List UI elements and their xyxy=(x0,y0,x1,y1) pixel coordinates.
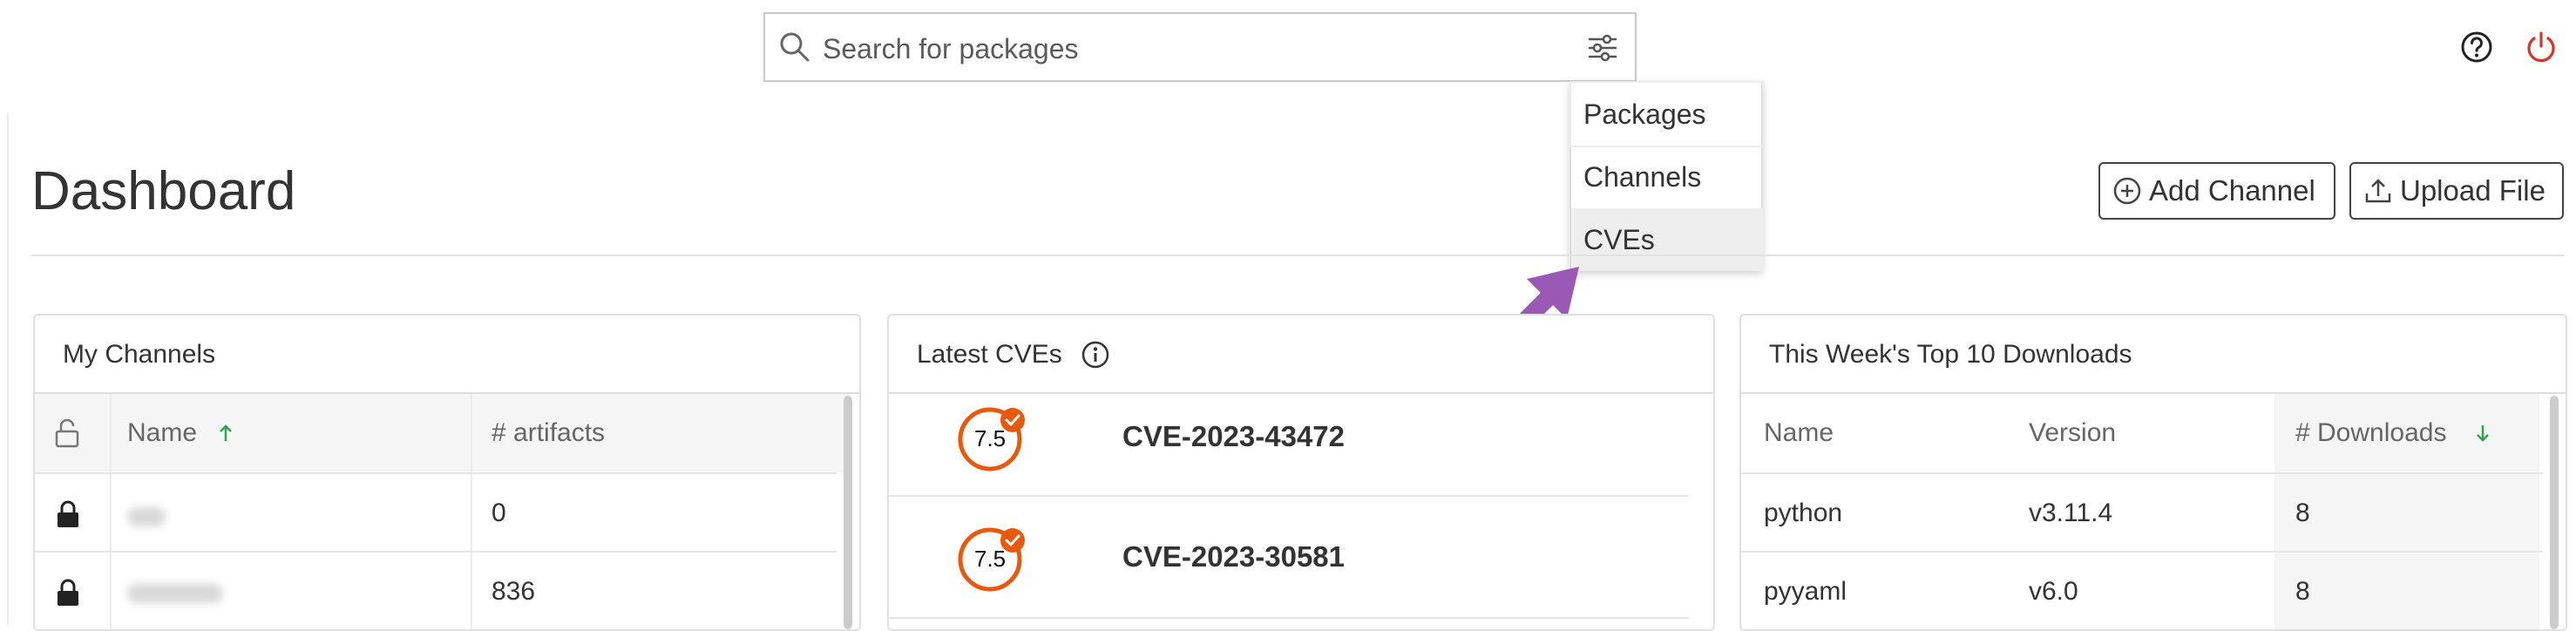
row-divider xyxy=(889,617,1689,619)
upload-icon xyxy=(2365,179,2391,203)
artifacts-count: 0 xyxy=(491,499,506,527)
add-circle-icon xyxy=(2113,177,2141,205)
table-header: Name # artifacts xyxy=(35,394,851,472)
upload-file-label: Upload File xyxy=(2400,174,2545,207)
help-icon[interactable] xyxy=(2459,30,2494,64)
column-header-name[interactable]: Name xyxy=(127,418,197,448)
package-name[interactable]: pyyaml xyxy=(1764,577,1847,607)
column-header-downloads[interactable]: # Downloads xyxy=(2295,418,2446,448)
upload-file-button[interactable]: Upload File xyxy=(2349,162,2564,220)
row-divider xyxy=(35,551,837,553)
card-divider xyxy=(889,392,1713,394)
package-name[interactable]: python xyxy=(1764,499,1842,528)
dropdown-option-cves[interactable]: CVEs xyxy=(1571,208,1763,271)
dropdown-option-channels[interactable]: Channels xyxy=(1571,146,1763,208)
cve-score: 7.5 xyxy=(974,425,1007,451)
search-icon xyxy=(780,32,810,62)
scrollbar[interactable] xyxy=(844,396,852,629)
sort-descending-icon[interactable] xyxy=(2475,424,2491,443)
my-channels-card: My Channels Name # artifacts 0 836 xyxy=(33,314,861,631)
info-icon[interactable] xyxy=(1081,340,1110,370)
cve-score: 7.5 xyxy=(974,546,1007,572)
dropdown-option-packages[interactable]: Packages xyxy=(1569,81,1765,147)
column-header-name[interactable]: Name xyxy=(1764,418,1834,448)
redacted-channel-name xyxy=(127,584,223,603)
power-icon[interactable] xyxy=(2524,30,2559,64)
redacted-channel-name xyxy=(127,507,166,526)
row-divider xyxy=(1741,472,2543,474)
left-border xyxy=(7,113,9,626)
row-divider xyxy=(1741,551,2543,553)
latest-cves-card: Latest CVEs 7.5 CVE-2023-43472 7.5 CVE-2… xyxy=(887,314,1715,631)
package-version: v6.0 xyxy=(2029,577,2078,606)
add-channel-label: Add Channel xyxy=(2149,174,2315,207)
page-title: Dashboard xyxy=(31,161,296,221)
column-divider xyxy=(471,394,472,629)
cve-id[interactable]: CVE-2023-30581 xyxy=(1122,540,1345,573)
row-divider xyxy=(889,495,1689,497)
cve-id[interactable]: CVE-2023-43472 xyxy=(1122,420,1345,453)
column-divider xyxy=(110,394,112,629)
search-type-dropdown: Packages Channels CVEs xyxy=(1569,81,1765,271)
download-count: 8 xyxy=(2295,577,2310,606)
lock-icon xyxy=(58,500,78,527)
search-bar[interactable]: Search for packages xyxy=(763,12,1637,82)
artifacts-count: 836 xyxy=(491,577,536,606)
row-divider xyxy=(35,472,837,474)
add-channel-button[interactable]: Add Channel xyxy=(2098,162,2335,220)
sort-ascending-icon[interactable] xyxy=(218,424,234,443)
package-version: v3.11.4 xyxy=(2029,499,2113,527)
column-header-version[interactable]: Version xyxy=(2029,418,2116,448)
top-downloads-card: This Week's Top 10 Downloads Name Versio… xyxy=(1739,314,2567,631)
card-title: This Week's Top 10 Downloads xyxy=(1769,340,2132,369)
scrollbar[interactable] xyxy=(2550,396,2559,629)
table-header: Name Version # Downloads xyxy=(1741,394,2557,472)
header-divider xyxy=(31,254,2564,256)
search-input[interactable]: Search for packages xyxy=(823,33,1079,65)
filter-sliders-icon[interactable] xyxy=(1586,31,1619,64)
card-title: Latest CVEs xyxy=(917,340,1062,369)
lock-icon xyxy=(58,579,78,606)
column-header-artifacts[interactable]: # artifacts xyxy=(491,418,605,448)
card-title: My Channels xyxy=(63,340,216,369)
download-count: 8 xyxy=(2295,499,2310,527)
unlock-icon[interactable] xyxy=(54,418,80,448)
